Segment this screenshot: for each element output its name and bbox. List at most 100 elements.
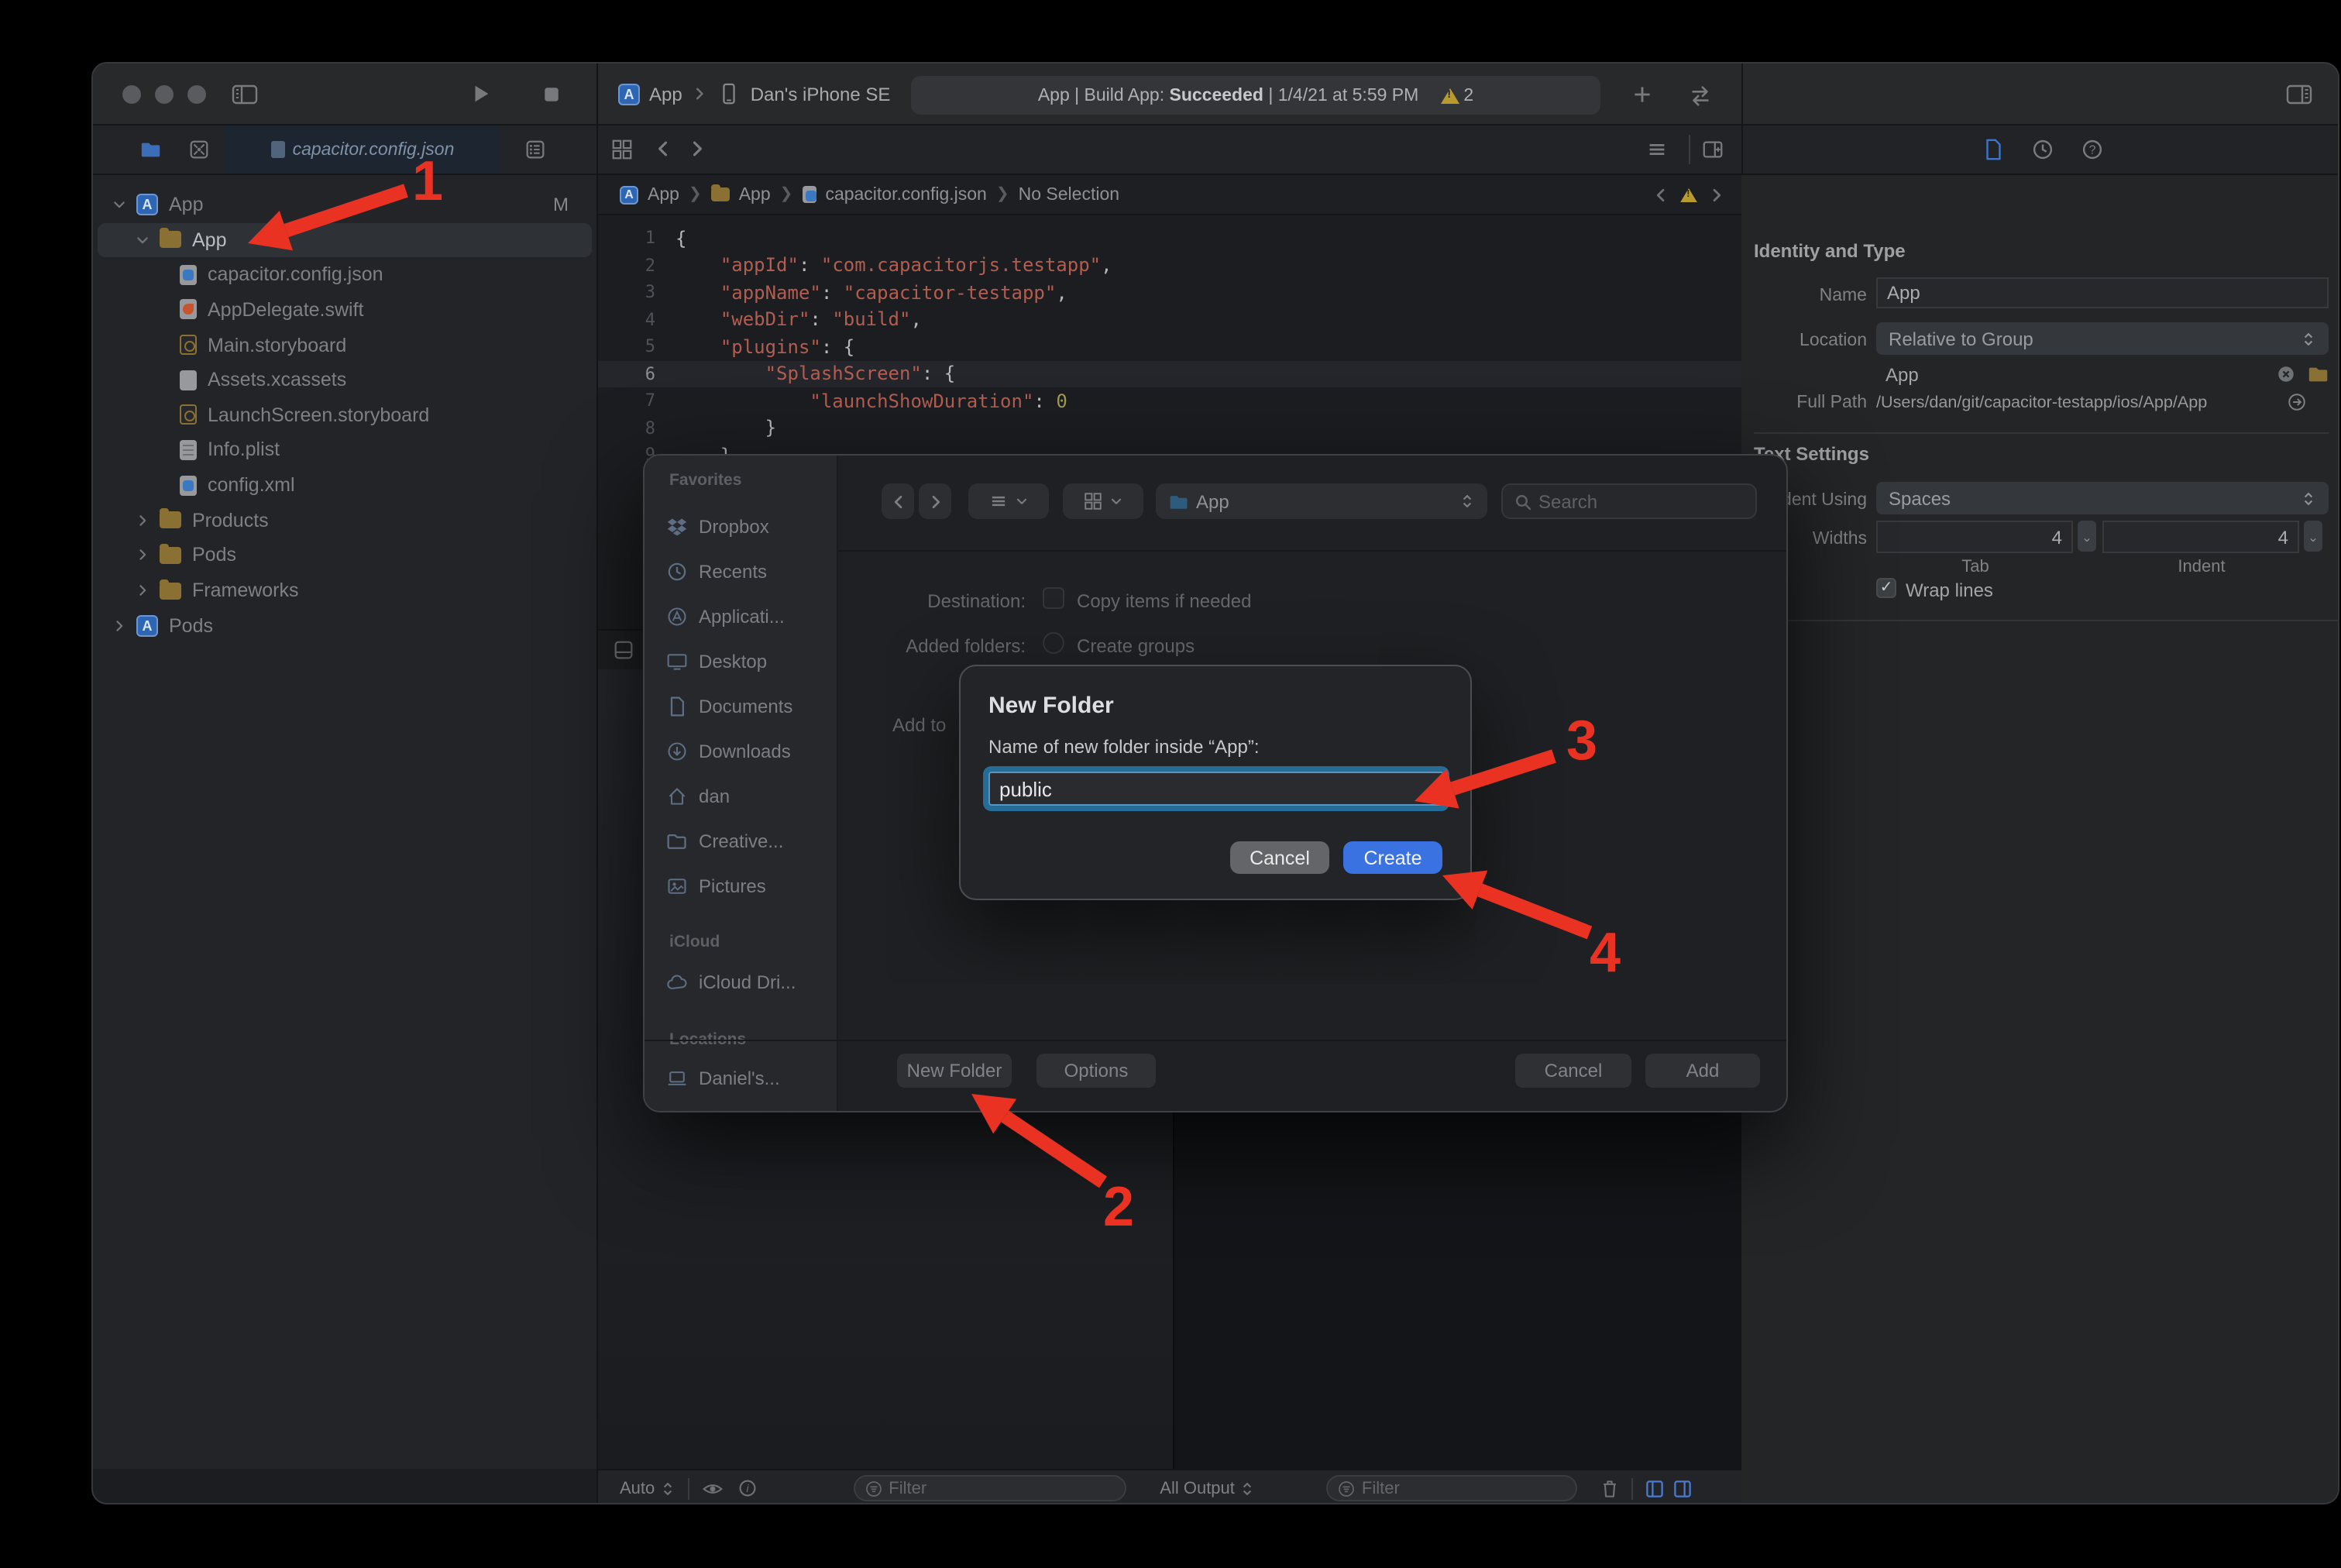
code-review-icon[interactable] <box>1689 84 1712 107</box>
sheet-cancel-button[interactable]: Cancel <box>1515 1054 1631 1088</box>
sidebar-item-pictures[interactable]: Pictures <box>666 871 829 902</box>
navigator-report-icon[interactable] <box>524 138 547 161</box>
location-popup[interactable]: App <box>1156 483 1487 519</box>
related-items-icon[interactable] <box>610 138 634 161</box>
list-view-button[interactable] <box>968 483 1049 519</box>
indent-using-dropdown[interactable]: Spaces <box>1876 482 2329 514</box>
add-editor-icon[interactable] <box>1701 138 1724 161</box>
history-inspector-tab-icon[interactable] <box>2031 138 2054 161</box>
hide-debug-area-icon[interactable] <box>612 638 635 662</box>
toggle-navigator-icon[interactable] <box>229 82 260 107</box>
sidebar-item-documents[interactable]: Documents <box>666 691 829 722</box>
zoom-window-button[interactable] <box>187 85 206 104</box>
search-input[interactable]: Search <box>1501 483 1757 519</box>
sidebar-item-recents[interactable]: Recents <box>666 556 829 587</box>
tree-item-frameworks[interactable]: Frameworks <box>93 573 596 607</box>
indent-width-stepper[interactable] <box>2304 521 2322 552</box>
back-button[interactable] <box>882 483 914 519</box>
clear-group-icon[interactable] <box>2276 364 2296 384</box>
code-line-3[interactable]: 3 "appName": "capacitor-testapp", <box>598 279 1741 306</box>
help-inspector-tab-icon[interactable] <box>2081 138 2104 161</box>
sidebar-item-downloads[interactable]: Downloads <box>666 736 829 767</box>
code-line-6[interactable]: 6 "SplashScreen": { <box>598 360 1741 387</box>
tree-item-assets-xcassets[interactable]: Assets.xcassets <box>93 363 596 397</box>
next-issue-icon[interactable] <box>1707 185 1726 204</box>
clear-console-icon[interactable] <box>1599 1477 1621 1499</box>
disclosure-closed-icon[interactable] <box>135 513 150 528</box>
tree-item-config-xml[interactable]: config.xml <box>93 468 596 502</box>
tree-item-launchscreen-storyboard[interactable]: LaunchScreen.storyboard <box>93 398 596 432</box>
close-window-button[interactable] <box>122 85 141 104</box>
sheet-new-folder-button[interactable]: New Folder <box>897 1054 1012 1088</box>
wrap-lines-checkbox[interactable]: ✓ <box>1876 578 1896 598</box>
breadcrumb[interactable]: App <box>648 185 679 204</box>
tree-item-info-plist[interactable]: Info.plist <box>93 433 596 467</box>
sidebar-item-desktop[interactable]: Desktop <box>666 646 829 677</box>
disclosure-closed-icon[interactable] <box>135 548 150 563</box>
forward-button[interactable] <box>919 483 951 519</box>
disclosure-closed-icon[interactable] <box>112 617 127 633</box>
disclosure-closed-icon[interactable] <box>135 583 150 598</box>
tree-item-app[interactable]: AAppM <box>93 187 596 222</box>
code-line-5[interactable]: 5 "plugins": { <box>598 333 1741 360</box>
stop-button[interactable] <box>541 84 562 105</box>
disclosure-open-icon[interactable] <box>135 232 150 247</box>
toggle-inspector-icon[interactable] <box>2284 82 2315 107</box>
adjust-editor-options-icon[interactable] <box>1645 138 1669 161</box>
console-filter-input[interactable]: Filter <box>1326 1475 1577 1501</box>
group-view-button[interactable] <box>1063 483 1143 519</box>
breadcrumb[interactable]: capacitor.config.json <box>825 185 986 204</box>
location-dropdown[interactable]: Relative to Group <box>1876 322 2329 355</box>
folder-name-input[interactable]: public <box>988 772 1444 806</box>
console-output-select[interactable]: All Output <box>1160 1479 1235 1498</box>
tree-item-appdelegate-swift[interactable]: AppDelegate.swift <box>93 293 596 327</box>
tab-width-field[interactable]: 4 <box>1876 521 2073 553</box>
minimize-window-button[interactable] <box>155 85 174 104</box>
jump-bar[interactable]: A App ❯ App ❯ capacitor.config.json ❯ No… <box>598 175 1741 215</box>
sidebar-item-daniel-s-[interactable]: Daniel's... <box>666 1063 829 1094</box>
sidebar-item-creative-[interactable]: Creative... <box>666 826 829 857</box>
disclosure-open-icon[interactable] <box>112 197 127 212</box>
file-inspector-tab-icon[interactable] <box>1982 138 2005 161</box>
code-line-2[interactable]: 2 "appId": "com.capacitorjs.testapp", <box>598 252 1741 279</box>
modal-cancel-button[interactable]: Cancel <box>1230 841 1329 874</box>
issue-warning-icon[interactable] <box>1680 187 1697 201</box>
code-line-8[interactable]: 8 } <box>598 414 1741 442</box>
show-variables-pane-icon[interactable] <box>1644 1477 1666 1499</box>
library-plus-icon[interactable] <box>1631 84 1653 105</box>
breadcrumb[interactable]: No Selection <box>1019 185 1119 204</box>
show-console-pane-icon[interactable] <box>1672 1477 1693 1499</box>
sidebar-item-dropbox[interactable]: Dropbox <box>666 511 829 542</box>
code-line-7[interactable]: 7 "launchShowDuration": 0 <box>598 387 1741 414</box>
run-destination[interactable]: Dan's iPhone SE <box>751 83 891 105</box>
tree-item-pods[interactable]: Pods <box>93 538 596 573</box>
go-back-icon[interactable] <box>652 138 674 160</box>
variables-filter-input[interactable]: Filter <box>853 1475 1126 1501</box>
tab-width-stepper[interactable] <box>2078 521 2096 552</box>
variables-scope-select[interactable]: Auto <box>620 1479 655 1498</box>
name-field[interactable]: App <box>1876 277 2329 308</box>
run-button[interactable] <box>469 82 493 105</box>
tree-item-products[interactable]: Products <box>93 504 596 538</box>
sheet-options-button[interactable]: Options <box>1036 1054 1156 1088</box>
sidebar-item-dan[interactable]: dan <box>666 781 829 812</box>
go-forward-icon[interactable] <box>686 138 708 160</box>
activity-status[interactable]: App | Build App: Succeeded | 1/4/21 at 5… <box>911 76 1600 115</box>
variable-info-icon[interactable] <box>737 1478 757 1498</box>
scheme-selector[interactable]: A App Dan's iPhone SE <box>618 82 890 105</box>
tree-item-capacitor-config-json[interactable]: capacitor.config.json <box>93 258 596 292</box>
sidebar-item-icloud-dri-[interactable]: iCloud Dri... <box>666 967 829 998</box>
modal-create-button[interactable]: Create <box>1343 841 1442 874</box>
tree-item-main-storyboard[interactable]: Main.storyboard <box>93 328 596 362</box>
sidebar-item-applicati-[interactable]: Applicati... <box>666 601 829 632</box>
navigator-scm-icon[interactable] <box>187 138 211 161</box>
sheet-add-button[interactable]: Add <box>1645 1054 1760 1088</box>
open-path-icon[interactable] <box>2287 392 2307 412</box>
prev-issue-icon[interactable] <box>1652 185 1670 204</box>
tree-item-pods[interactable]: APods <box>93 608 596 642</box>
indent-width-field[interactable]: 4 <box>2102 521 2299 553</box>
quicklook-eye-icon[interactable] <box>701 1477 723 1499</box>
breadcrumb[interactable]: App <box>739 185 771 204</box>
code-line-4[interactable]: 4 "webDir": "build", <box>598 306 1741 333</box>
tree-item-app[interactable]: App <box>93 222 596 256</box>
